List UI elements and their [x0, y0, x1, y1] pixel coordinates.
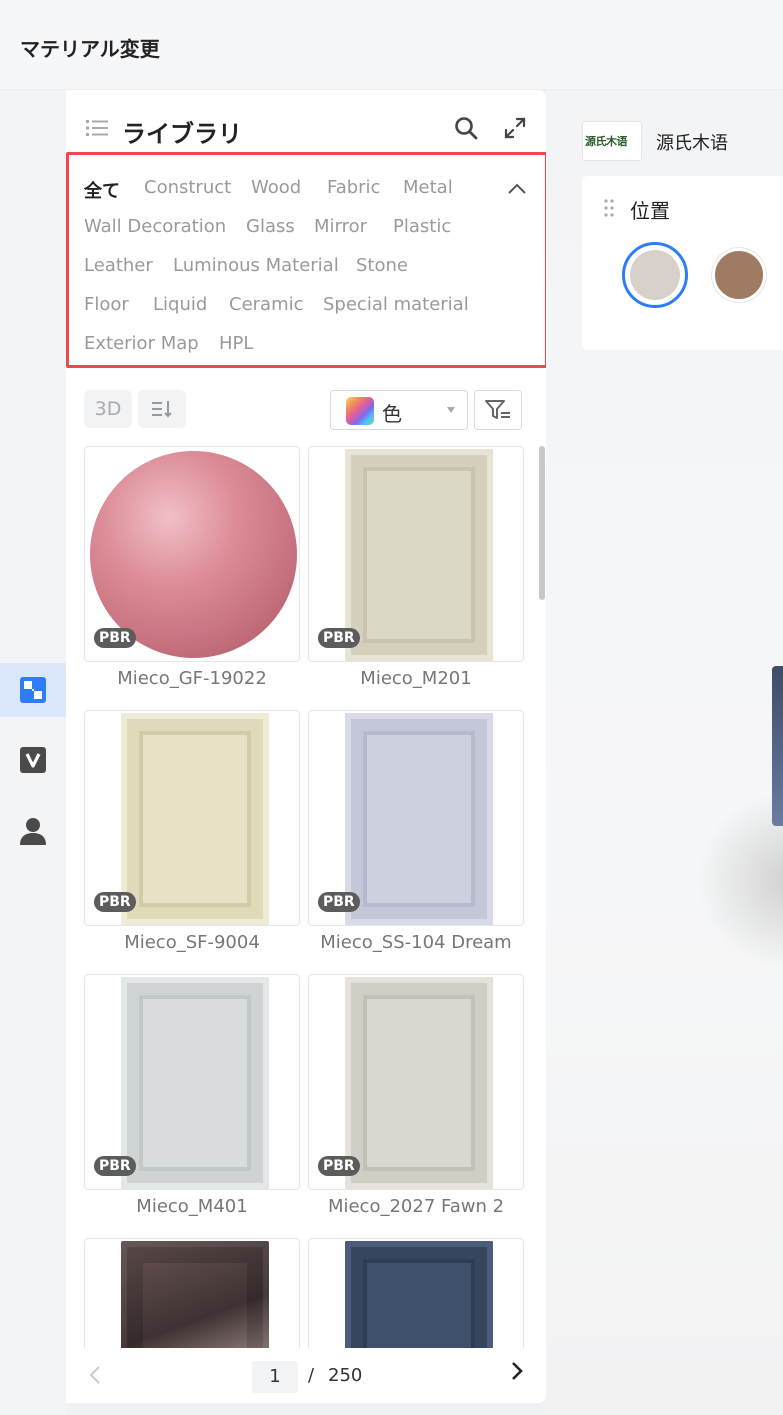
swatch-color [630, 250, 680, 300]
category-tag[interactable]: Fabric [327, 177, 380, 198]
pbr-badge: PBR [318, 892, 360, 912]
door-panel-preview [345, 449, 493, 661]
material-name: Mieco_M201 [360, 668, 472, 689]
rail-material-button[interactable] [0, 663, 66, 717]
filter-button[interactable] [474, 390, 522, 430]
page-title: マテリアル変更 [20, 37, 160, 61]
material-name: Mieco_SF-9004 [124, 932, 260, 953]
brand-logo-text: 源氏木语 [585, 135, 628, 148]
library-panel: ライブラリ 全て Construct Wood Fabric Metal Wal… [66, 90, 546, 1403]
sort-icon [152, 401, 172, 418]
position-label: 位置 [630, 199, 670, 223]
category-tag[interactable]: Leather [84, 255, 153, 276]
chevron-left-icon[interactable] [88, 1364, 102, 1386]
search-icon[interactable] [454, 116, 478, 140]
category-tag[interactable]: Glass [246, 216, 295, 237]
category-tag[interactable]: Construct [144, 177, 231, 198]
top-bar: マテリアル変更 [0, 0, 783, 90]
category-tag[interactable]: HPL [219, 333, 253, 354]
left-rail [0, 90, 66, 1415]
color-filter-label: 色 [382, 402, 402, 426]
viewport-area: 源氏木语 源氏木语 位置 [546, 90, 783, 1415]
page-separator: / [308, 1365, 315, 1386]
material-name: Mieco_GF-19022 [117, 668, 267, 689]
color-filter-select[interactable]: 色 [330, 390, 468, 430]
model-shadow [696, 790, 783, 970]
library-title: ライブラリ [122, 120, 242, 148]
category-tag[interactable]: Metal [403, 177, 453, 198]
door-panel-preview [345, 977, 493, 1189]
category-tag[interactable]: 全て [84, 177, 120, 203]
chevron-up-icon[interactable] [507, 181, 527, 195]
3d-model-edge[interactable] [772, 666, 783, 826]
library-toolbar: 3D 色 [66, 386, 546, 434]
material-card[interactable]: PBR Mieco_GF-19022 [84, 446, 300, 689]
material-card[interactable]: PBR Mieco_SF-9004 [84, 710, 300, 953]
category-tag[interactable]: Wall Decoration [84, 216, 226, 237]
list-icon [86, 120, 108, 136]
material-thumbnail: PBR [308, 710, 524, 926]
brand-logo: 源氏木语 [582, 121, 642, 161]
sort-button[interactable] [138, 390, 186, 428]
material-name: Mieco_2027 Fawn 2 [327, 1196, 505, 1217]
expand-icon[interactable] [504, 117, 526, 139]
drag-handle-icon[interactable] [604, 198, 614, 218]
category-tag[interactable]: Wood [251, 177, 301, 198]
category-tag[interactable]: Plastic [393, 216, 451, 237]
page-input[interactable]: 1 [252, 1361, 298, 1393]
material-thumbnail: PBR [84, 446, 300, 662]
material-name: Mieco_M401 [136, 1196, 248, 1217]
brand-name: 源氏木语 [656, 133, 728, 154]
category-tag[interactable]: Special material [323, 294, 469, 315]
material-swatch-selected[interactable] [622, 242, 688, 308]
door-panel-preview [121, 713, 269, 925]
material-swatch[interactable] [712, 248, 766, 302]
view-3d-button[interactable]: 3D [84, 390, 132, 428]
caret-down-icon [447, 407, 455, 413]
rail-v-button[interactable] [0, 733, 66, 787]
position-card: 位置 [582, 176, 783, 350]
v-badge-icon [20, 747, 46, 773]
chevron-right-icon[interactable] [509, 1359, 525, 1383]
material-thumbnail: PBR [84, 710, 300, 926]
material-thumbnail: PBR [84, 974, 300, 1190]
category-tag[interactable]: Liquid [153, 294, 207, 315]
category-tag[interactable]: Stone [356, 255, 408, 276]
category-tag[interactable]: Ceramic [229, 294, 304, 315]
material-grid-icon [20, 677, 46, 703]
filter-icon [485, 400, 510, 419]
door-panel-preview [121, 977, 269, 1189]
category-tag[interactable]: Mirror [314, 216, 367, 237]
pbr-badge: PBR [94, 628, 136, 648]
door-panel-preview [345, 713, 493, 925]
page-total: 250 [328, 1365, 363, 1386]
grid-scrollbar[interactable] [539, 446, 545, 600]
category-filter: 全て Construct Wood Fabric Metal Wall Deco… [66, 152, 546, 368]
material-card[interactable]: PBR Mieco_M201 [308, 446, 524, 689]
material-sphere-preview [90, 451, 297, 658]
category-tag[interactable]: Exterior Map [84, 333, 199, 354]
material-thumbnail: PBR [308, 446, 524, 662]
pbr-badge: PBR [94, 1156, 136, 1176]
pagination: 1 / 250 [66, 1348, 546, 1403]
rail-user-button[interactable] [0, 804, 66, 858]
category-tag[interactable]: Floor [84, 294, 129, 315]
color-palette-icon [346, 397, 374, 425]
material-name: Mieco_SS-104 Dream [320, 932, 512, 953]
user-icon [20, 818, 46, 845]
material-thumbnail: PBR [308, 974, 524, 1190]
category-tag[interactable]: Luminous Material [173, 255, 339, 276]
material-card[interactable]: PBR Mieco_M401 [84, 974, 300, 1217]
pbr-badge: PBR [318, 1156, 360, 1176]
pbr-badge: PBR [94, 892, 136, 912]
material-card[interactable]: PBR Mieco_2027 Fawn 2 [308, 974, 524, 1217]
material-card[interactable]: PBR Mieco_SS-104 Dream [308, 710, 524, 953]
pbr-badge: PBR [318, 628, 360, 648]
